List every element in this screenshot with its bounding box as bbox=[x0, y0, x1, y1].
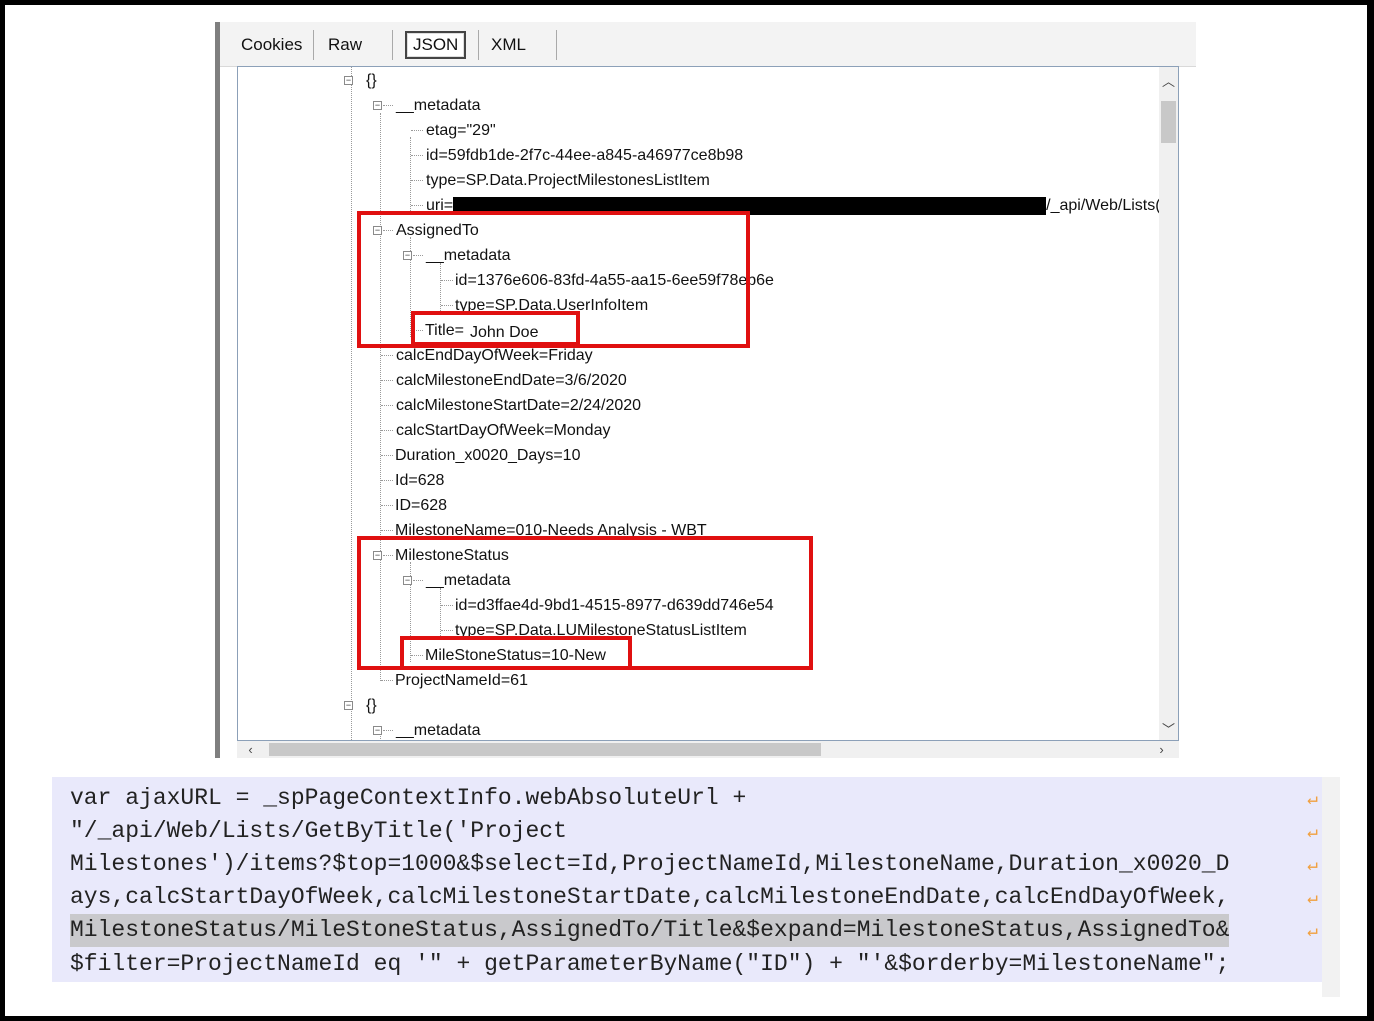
tree-leaf-id-upper: ID=628 bbox=[395, 497, 448, 514]
tree-leaf-calc-start-date: calcMilestoneStartDate=2/24/2020 bbox=[396, 397, 642, 414]
collapse-icon[interactable]: − bbox=[344, 76, 353, 85]
code-line: var ajaxURL = _spPageContextInfo.webAbso… bbox=[70, 785, 747, 811]
uri-suffix: /_api/Web/Lists(g bbox=[1046, 197, 1160, 214]
tree-node-root-2[interactable]: {} bbox=[366, 693, 377, 718]
tree-branch-line bbox=[381, 355, 393, 356]
tree-leaf-calc-start-day: calcStartDayOfWeek=Monday bbox=[396, 422, 611, 439]
collapse-icon[interactable]: − bbox=[373, 101, 382, 110]
tab-divider bbox=[556, 30, 557, 60]
code-line: "/_api/Web/Lists/GetByTitle('Project bbox=[70, 818, 567, 844]
code-line-highlighted: MilestoneStatus/MileStoneStatus,Assigned… bbox=[70, 914, 1230, 947]
tree-leaf-duration: Duration_x0020_Days=10 bbox=[395, 447, 581, 464]
vertical-scrollbar[interactable]: ︿ ﹀ bbox=[1159, 67, 1178, 740]
tab-raw[interactable]: Raw bbox=[322, 32, 368, 58]
code-snippet: var ajaxURL = _spPageContextInfo.webAbso… bbox=[52, 777, 1322, 982]
tree-leaf-type: type=SP.Data.ProjectMilestonesListItem bbox=[426, 172, 710, 189]
line-wrap-icon: ↵ bbox=[1307, 856, 1318, 876]
json-tree-view[interactable]: − {} − __metadata etag="29" id=59fdb1de-… bbox=[237, 66, 1179, 741]
tree-branch-line bbox=[381, 505, 393, 506]
highlight-box-title bbox=[411, 311, 580, 346]
tree-leaf-id-lower: Id=628 bbox=[395, 472, 445, 489]
tab-divider bbox=[313, 30, 314, 60]
tab-divider bbox=[392, 30, 393, 60]
code-line: ays,calcStartDayOfWeek,calcMilestoneStar… bbox=[70, 884, 1230, 910]
inspector-tab-bar: Cookies Raw JSON XML bbox=[220, 22, 1196, 67]
tree-node-root[interactable]: {} bbox=[366, 68, 377, 93]
tree-branch-line bbox=[411, 155, 423, 156]
scrollbar-thumb[interactable] bbox=[1161, 101, 1176, 143]
tree-node-metadata[interactable]: __metadata bbox=[396, 93, 481, 118]
line-wrap-icon: ↵ bbox=[1307, 790, 1318, 810]
scrollbar-thumb[interactable] bbox=[269, 743, 821, 756]
tree-branch-line bbox=[381, 480, 393, 481]
code-line: Milestones')/items?$top=1000&$select=Id,… bbox=[70, 851, 1230, 877]
tree-branch-line bbox=[411, 205, 423, 206]
tab-json[interactable]: JSON bbox=[405, 31, 467, 59]
tab-divider bbox=[478, 30, 479, 60]
tree-leaf-etag: etag="29" bbox=[426, 122, 496, 139]
tree-branch-line bbox=[411, 130, 423, 131]
collapse-icon[interactable]: − bbox=[344, 701, 353, 710]
chevron-down-icon[interactable]: ﹀ bbox=[1159, 719, 1178, 738]
code-gutter bbox=[1322, 777, 1340, 997]
tree-guide-line bbox=[351, 67, 352, 740]
tab-cookies[interactable]: Cookies bbox=[235, 32, 308, 58]
chevron-up-icon[interactable]: ︿ bbox=[1159, 71, 1178, 90]
tab-xml[interactable]: XML bbox=[485, 32, 532, 58]
code-line: $filter=ProjectNameId eq '" + getParamet… bbox=[70, 951, 1230, 977]
chevron-right-icon[interactable]: › bbox=[1152, 741, 1171, 758]
tree-leaf-calc-end-date: calcMilestoneEndDate=3/6/2020 bbox=[396, 372, 627, 389]
line-wrap-icon: ↵ bbox=[1307, 823, 1318, 843]
line-wrap-icon: ↵ bbox=[1307, 889, 1318, 909]
tree-branch-line bbox=[381, 430, 393, 431]
screenshot-frame: Cookies Raw JSON XML − {} − __metadata e… bbox=[5, 5, 1367, 1016]
tree-branch-line bbox=[381, 380, 393, 381]
json-tree-content: − {} − __metadata etag="29" id=59fdb1de-… bbox=[238, 67, 1160, 740]
tree-leaf-project-name-id: ProjectNameId=61 bbox=[395, 672, 528, 689]
horizontal-scrollbar[interactable]: ‹ › bbox=[237, 741, 1179, 758]
tree-branch-line bbox=[381, 455, 393, 456]
tree-branch-line bbox=[381, 405, 393, 406]
tree-branch-line bbox=[383, 105, 393, 106]
tree-branch-line bbox=[383, 730, 393, 731]
tree-leaf-id: id=59fdb1de-2f7c-44ee-a845-a46977ce8b98 bbox=[426, 147, 744, 164]
highlight-box-status-value bbox=[400, 636, 632, 670]
tree-branch-line bbox=[381, 680, 393, 681]
tree-branch-line bbox=[411, 180, 423, 181]
tree-node-metadata-2[interactable]: __metadata bbox=[396, 718, 481, 740]
json-inspector-panel: Cookies Raw JSON XML − {} − __metadata e… bbox=[215, 22, 1196, 758]
tree-branch-line bbox=[381, 530, 393, 531]
chevron-left-icon[interactable]: ‹ bbox=[241, 741, 260, 758]
line-wrap-icon: ↵ bbox=[1307, 922, 1318, 942]
tree-guide-line bbox=[410, 137, 411, 215]
collapse-icon[interactable]: − bbox=[373, 726, 382, 735]
